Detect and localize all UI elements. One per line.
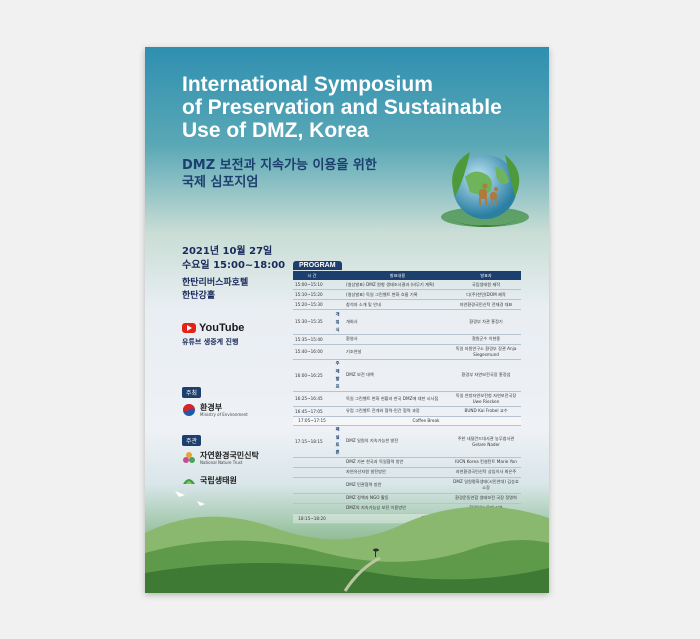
row-session	[331, 406, 344, 417]
row-time: 16:45~17:05	[293, 406, 331, 417]
youtube-stream-info: YouTube 유튜브 생중계 진행	[182, 322, 244, 347]
title-line-2: of Preservation and Sustainable	[182, 96, 502, 119]
youtube-wordmark: YouTube	[199, 322, 245, 334]
row-content: (영상발표) 독일 그린벨트 변화 흐름 기록	[344, 289, 451, 300]
row-content: DMZ 보전 대책	[344, 359, 451, 392]
row-content: 유럽 그린벨트 전개와 협력-민간 협력 과정	[344, 406, 451, 417]
column-session	[331, 272, 344, 280]
trust-flower-icon	[183, 452, 195, 463]
poster-title-ko: DMZ 보전과 지속가능 이용을 위한 국제 심포지엄	[182, 157, 442, 191]
globe-deer-illustration	[441, 152, 529, 227]
ministry-emblem-icon	[183, 404, 195, 416]
column-speaker: 발표자	[451, 272, 521, 280]
row-content: 독일 그린벨트 변화 현황과 한국 DMZ에 대한 시사점	[344, 391, 451, 407]
host-tag: 주최	[182, 387, 202, 398]
event-venue: 한탄리버스파호텔 한탄강홀	[182, 277, 248, 303]
host-logo: 환경부 Ministry of Environment	[182, 403, 248, 417]
row-speaker: 독일 연방자연보전청 자연보전국장 Uwe Riecken	[451, 391, 521, 407]
host-block: 주최 환경부 Ministry of Environment	[182, 380, 248, 417]
program-row: 15:40~16:00 기조연설 독일 자원연구소 환경부 장관 Anja Sieg…	[293, 344, 521, 360]
youtube-play-icon	[182, 323, 196, 333]
row-time: 16:25~16:45	[293, 391, 331, 407]
program-row: 15:20~15:30 참석자 소개 및 안내 자연환경국민신탁 전재경 대표	[293, 299, 521, 310]
row-content: 개회사	[344, 309, 451, 335]
row-time: 17:15~18:15	[293, 425, 331, 458]
bird-icon	[175, 491, 205, 506]
title-line-1: International Symposium	[182, 73, 433, 96]
program-row: 16:45~17:05 유럽 그린벨트 전개와 협력-민간 협력 과정 BUND K…	[293, 406, 521, 417]
program-row: 17:15~18:15 패 널 토 론 DMZ 일원의 지속가능한 발전 주한 네덜란…	[293, 425, 521, 458]
poster-title-en: International Symposium of Preservation …	[182, 73, 522, 142]
row-speaker: 환경부 차관 홍정기	[451, 309, 521, 335]
row-time	[293, 457, 331, 468]
row-session	[331, 280, 344, 290]
row-content: DMZ 일원의 지속가능한 발전	[344, 425, 451, 458]
row-session: 패 널 토 론	[331, 425, 344, 458]
row-content: 참석자 소개 및 안내	[344, 299, 451, 310]
ko-title-line-1: DMZ 보전과 지속가능 이용을 위한	[182, 158, 377, 173]
youtube-logo: YouTube	[182, 322, 244, 334]
program-row: 16:00~16:25 주 제 발 표 DMZ 보전 대책 환경부 자연보전국장 홍정…	[293, 359, 521, 392]
row-content: DMZ 가본 한국과 독일협력 방안	[344, 457, 451, 468]
venue-hotel: 한탄리버스파호텔	[182, 278, 249, 288]
program-row: 15:30~15:35 개 회 식 개회사 환경부 차관 홍정기	[293, 309, 521, 335]
row-speaker: IUCN Korea 컨설턴트 Marie Yon	[451, 457, 521, 468]
row-time: 15:35~15:40	[293, 334, 331, 345]
row-session: 주 제 발 표	[331, 359, 344, 392]
host-name: 환경부	[200, 403, 223, 412]
row-speaker: 디(주)한민(DOM 제작	[451, 289, 521, 300]
organizer-logo: 자연환경국민신탁 National Nature Trust	[182, 451, 259, 465]
row-speaker: 자연환경국민신탁 전재경 대표	[451, 299, 521, 310]
program-row: 16:25~16:45 독일 그린벨트 변화 현황과 한국 DMZ에 대한 시사점…	[293, 391, 521, 407]
landscape-illustration	[145, 491, 549, 593]
program-row: 15:00~15:10 (영상발표) DMZ 원형 생태조사결과 (비무기 계획)…	[293, 280, 521, 290]
program-header-row: 시 간 발표내용 발표자	[293, 272, 521, 280]
row-time: 15:30~15:35	[293, 309, 331, 335]
row-session	[331, 289, 344, 300]
row-time: 16:00~16:25	[293, 359, 331, 392]
program-row: 17:05~17:15 Coffee Break	[293, 416, 521, 426]
row-speaker: 독일 자원연구소 환경부 장관 Anja Siegesmund	[451, 344, 521, 360]
row-time: 15:40~16:00	[293, 344, 331, 360]
symposium-poster: International Symposium of Preservation …	[145, 47, 549, 593]
row-time: 15:10~15:20	[293, 289, 331, 300]
row-content: 기조연설	[344, 344, 451, 360]
organizer-tag: 주관	[182, 435, 202, 446]
row-time: 17:05~17:15	[293, 416, 331, 426]
row-session: 개 회 식	[331, 309, 344, 335]
row-speaker: BUND Kai Frobel 교수	[451, 406, 521, 417]
program-row: 15:35~15:40 환영사 철원군수 이현종	[293, 334, 521, 345]
program-row: 15:10~15:20 (영상발표) 독일 그린벨트 변화 흐름 기록 디(주)한민…	[293, 289, 521, 300]
event-date: 2021년 10월 27일 수요일 15:00~18:00	[182, 245, 285, 273]
row-session	[331, 344, 344, 360]
column-time: 시 간	[293, 272, 331, 280]
row-content: Coffee Break	[331, 416, 521, 426]
organizer-name: 자연환경국민신탁	[200, 451, 259, 460]
time-line: 수요일 15:00~18:00	[182, 260, 286, 271]
venue-hall: 한탄강홀	[182, 291, 216, 301]
date-line: 2021년 10월 27일	[182, 246, 273, 257]
row-session	[331, 334, 344, 345]
program-row: DMZ 가본 한국과 독일협력 방안 IUCN Korea 컨설턴트 Marie …	[293, 457, 521, 468]
column-content: 발표내용	[344, 272, 451, 280]
row-speaker: 주한 네덜란드대사관 농무참사관 Gelare Nader	[451, 425, 521, 458]
row-session	[331, 391, 344, 407]
ko-title-line-2: 국제 심포지엄	[182, 175, 259, 190]
program-heading: PROGRAM	[293, 261, 342, 270]
row-time: 15:20~15:30	[293, 299, 331, 310]
youtube-stream-text: 유튜브 생중계 진행	[182, 338, 239, 346]
row-time: 15:00~15:10	[293, 280, 331, 290]
host-sub: Ministry of Environment	[200, 412, 248, 417]
row-content: 환영사	[344, 334, 451, 345]
organizer-sub: National Nature Trust	[200, 460, 243, 465]
row-speaker: 국립생태원 제작	[451, 280, 521, 290]
row-content: (영상발표) DMZ 원형 생태조사결과 (비무기 계획)	[344, 280, 451, 290]
row-speaker: 철원군수 이현종	[451, 334, 521, 345]
row-session	[331, 299, 344, 310]
organizer-block: 주관 자연환경국민신탁 National Nature Trust	[182, 428, 259, 465]
row-speaker: 환경부 자연보전국장 홍정섭	[451, 359, 521, 392]
row-session	[331, 457, 344, 468]
